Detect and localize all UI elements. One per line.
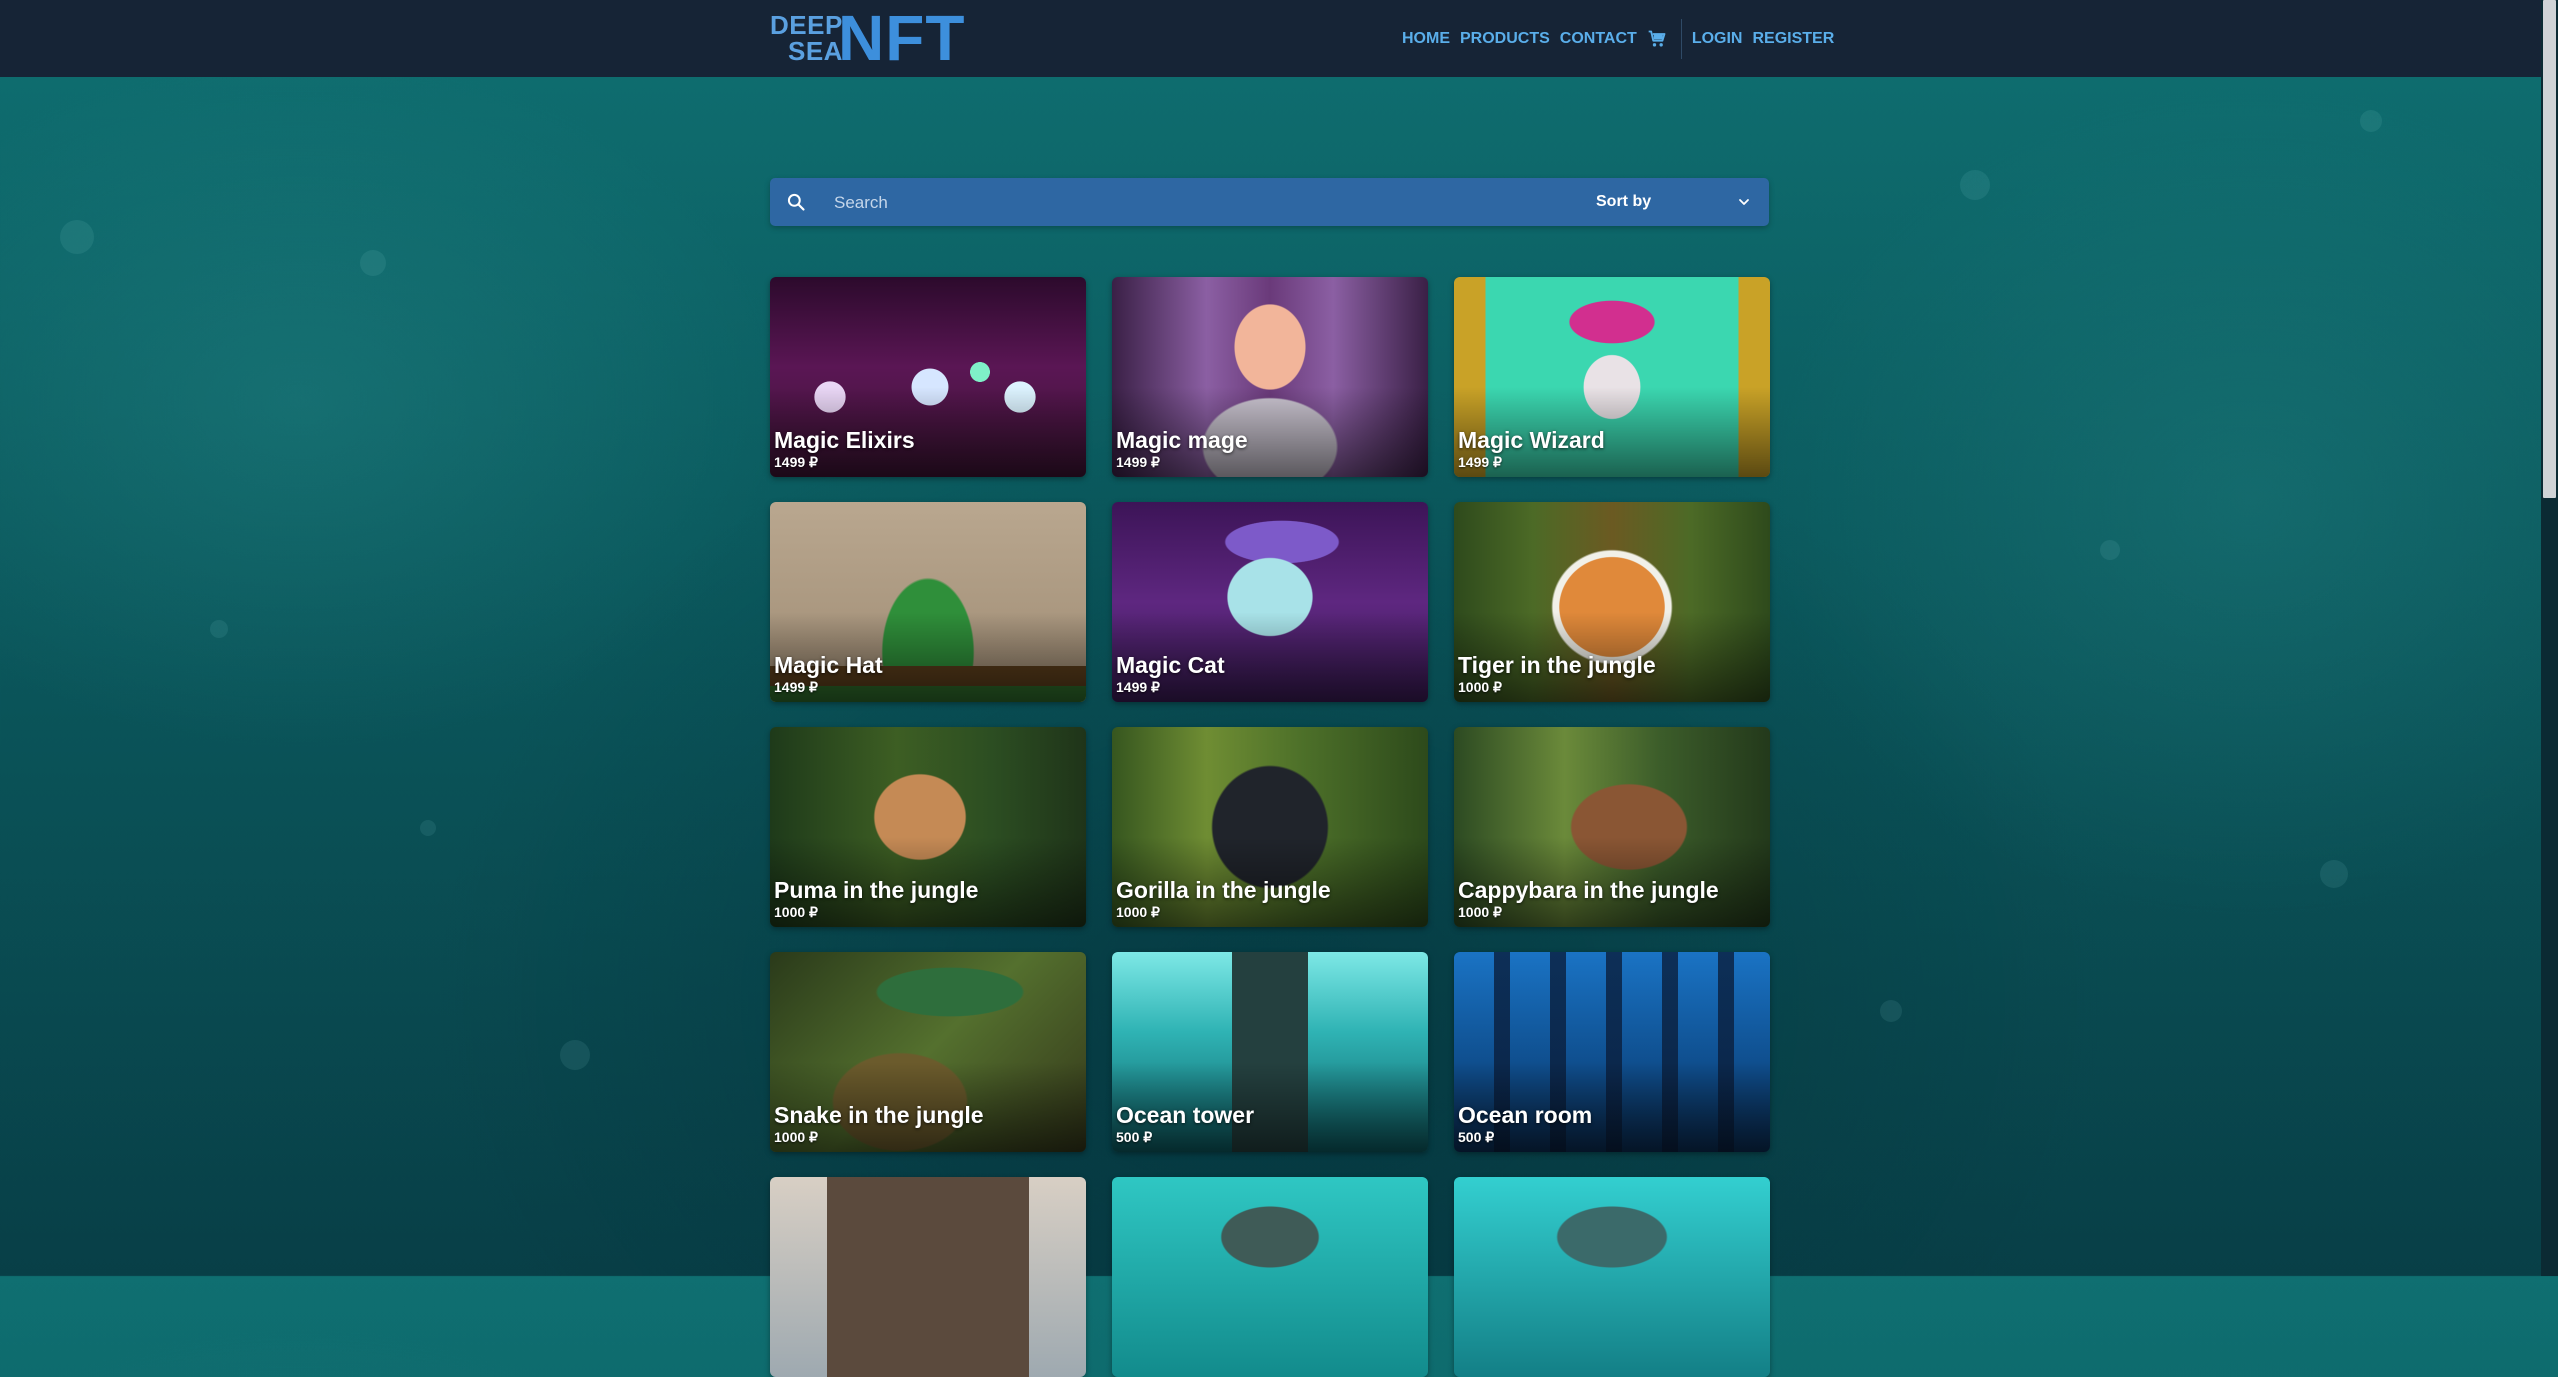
product-card[interactable] — [1454, 1177, 1770, 1377]
bubble — [360, 250, 386, 276]
nav-products-link[interactable]: PRODUCTS — [1460, 30, 1550, 48]
nav-register-link[interactable]: REGISTER — [1752, 30, 1834, 48]
product-title: Snake in the jungle — [774, 1102, 984, 1128]
product-title: Puma in the jungle — [774, 877, 979, 903]
product-card[interactable]: Magic Hat 1499 ₽ — [770, 502, 1086, 702]
product-image — [1112, 1177, 1428, 1377]
product-card[interactable]: Cappybara in the jungle 1000 ₽ — [1454, 727, 1770, 927]
nav-login-link[interactable]: LOGIN — [1692, 30, 1743, 48]
product-card[interactable]: Magic Elixirs 1499 ₽ — [770, 277, 1086, 477]
product-price: 1499 ₽ — [1116, 679, 1160, 695]
bubble — [210, 620, 228, 638]
product-title: Magic Hat — [774, 652, 883, 678]
scrollbar-thumb[interactable] — [2543, 0, 2556, 498]
product-title: Cappybara in the jungle — [1458, 877, 1719, 903]
bubble — [420, 820, 436, 836]
product-price: 500 ₽ — [1458, 1129, 1495, 1145]
nav-contact-link[interactable]: CONTACT — [1560, 30, 1637, 48]
product-price: 1499 ₽ — [1116, 454, 1160, 470]
product-title: Tiger in the jungle — [1458, 652, 1656, 678]
bubble — [560, 1040, 590, 1070]
chevron-down-icon — [1737, 195, 1751, 209]
site-header: DEEP SEA NFT HOME PRODUCTS CONTACT LOGIN… — [0, 0, 2541, 77]
product-image — [1454, 1177, 1770, 1377]
product-price: 1000 ₽ — [1458, 904, 1502, 920]
sort-label: Sort by — [1596, 193, 1652, 210]
product-title: Magic mage — [1116, 427, 1248, 453]
product-price: 500 ₽ — [1116, 1129, 1153, 1145]
nav-home-link[interactable]: HOME — [1402, 30, 1450, 48]
logo-text-deep: DEEP — [770, 10, 843, 40]
product-price: 1000 ₽ — [774, 1129, 818, 1145]
product-title: Magic Cat — [1116, 652, 1225, 678]
product-price: 1499 ₽ — [774, 454, 818, 470]
product-card[interactable]: Ocean room 500 ₽ — [1454, 952, 1770, 1152]
product-card[interactable] — [1112, 1177, 1428, 1377]
product-title: Magic Elixirs — [774, 427, 915, 453]
product-card[interactable]: Gorilla in the jungle 1000 ₽ — [1112, 727, 1428, 927]
product-card[interactable]: Magic Cat 1499 ₽ — [1112, 502, 1428, 702]
product-card[interactable]: Ocean tower 500 ₽ — [1112, 952, 1428, 1152]
bubble — [2100, 540, 2120, 560]
product-title: Magic Wizard — [1458, 427, 1605, 453]
product-price: 1000 ₽ — [774, 904, 818, 920]
product-price: 1000 ₽ — [1458, 679, 1502, 695]
product-image — [770, 1177, 1086, 1377]
search-bar: Sort by — [770, 178, 1769, 226]
logo-text-sea: SEA — [788, 36, 843, 66]
cart-icon[interactable] — [1647, 29, 1667, 49]
product-card[interactable]: Puma in the jungle 1000 ₽ — [770, 727, 1086, 927]
product-title: Ocean tower — [1116, 1102, 1255, 1128]
bubble — [2320, 860, 2348, 888]
product-price: 1499 ₽ — [774, 679, 818, 695]
bubble — [1880, 1000, 1902, 1022]
logo-text-nft: NFT — [838, 2, 966, 74]
site-logo[interactable]: DEEP SEA NFT — [770, 6, 964, 70]
product-title: Gorilla in the jungle — [1116, 877, 1331, 903]
bubble — [2360, 110, 2382, 132]
product-card[interactable] — [770, 1177, 1086, 1377]
product-price: 1499 ₽ — [1458, 454, 1502, 470]
product-card[interactable]: Tiger in the jungle 1000 ₽ — [1454, 502, 1770, 702]
bubble — [1960, 170, 1990, 200]
product-title: Ocean room — [1458, 1102, 1593, 1128]
sort-dropdown[interactable]: Sort by — [1594, 187, 1759, 217]
product-price: 1000 ₽ — [1116, 904, 1160, 920]
search-icon[interactable] — [786, 192, 806, 212]
product-card[interactable]: Magic Wizard 1499 ₽ — [1454, 277, 1770, 477]
bubble — [60, 220, 94, 254]
product-card[interactable]: Magic mage 1499 ₽ — [1112, 277, 1428, 477]
nav-divider — [1680, 19, 1682, 59]
main-nav: HOME PRODUCTS CONTACT LOGIN REGISTER — [1402, 19, 1844, 59]
product-card[interactable]: Snake in the jungle 1000 ₽ — [770, 952, 1086, 1152]
